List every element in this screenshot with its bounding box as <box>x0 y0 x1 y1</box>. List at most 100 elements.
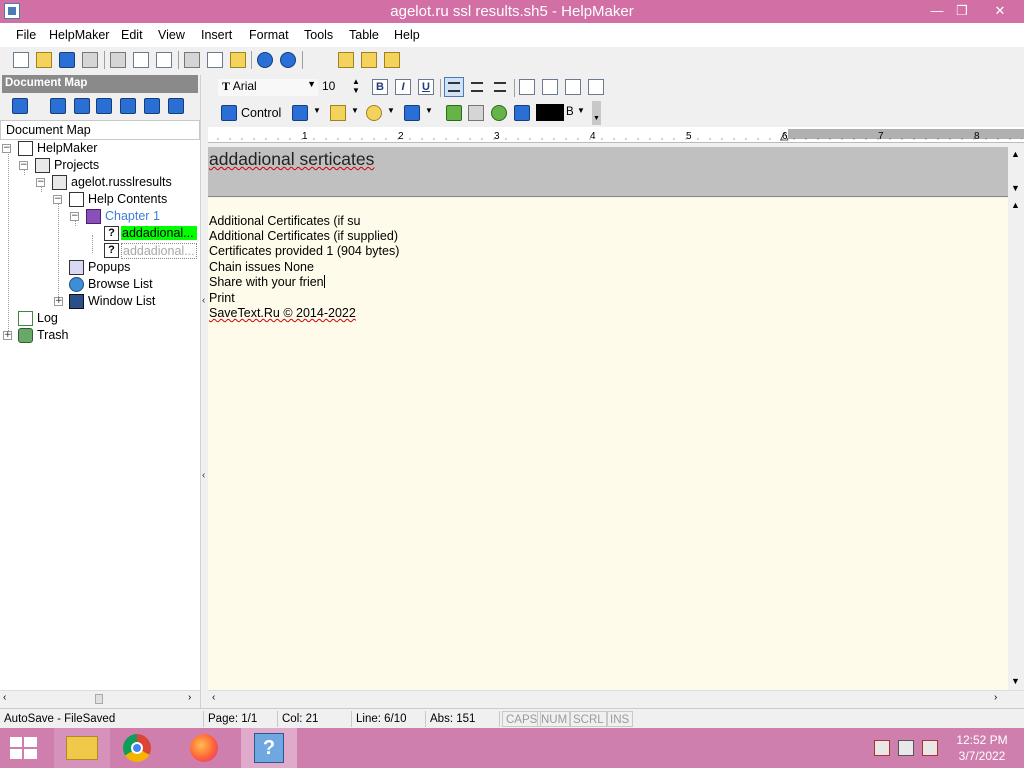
chain-link-icon[interactable] <box>468 105 484 121</box>
right-indent-marker-icon[interactable]: △ <box>780 129 788 142</box>
move-down-icon[interactable] <box>144 98 160 114</box>
chevron-down-icon[interactable]: ▼ <box>577 106 585 115</box>
insert-image-icon[interactable] <box>292 105 308 121</box>
volume-muted-icon[interactable] <box>922 740 938 756</box>
scroll-up-icon[interactable]: ▲ <box>1011 149 1020 159</box>
panel-splitter[interactable]: ‹ ‹ <box>200 75 208 708</box>
menu-help[interactable]: Help <box>394 28 420 42</box>
topic-title-area[interactable]: addadional serticates <box>208 147 1016 197</box>
web-link-icon[interactable] <box>491 105 507 121</box>
insert-window-icon[interactable] <box>514 105 530 121</box>
editor-body[interactable]: Additional Certificates (if su Additiona… <box>208 198 1016 690</box>
folder-icon[interactable] <box>338 52 354 68</box>
menu-edit[interactable]: Edit <box>121 28 143 42</box>
underline-button[interactable]: U <box>418 79 434 95</box>
font-style-icon[interactable] <box>404 105 420 121</box>
flag-icon[interactable] <box>874 740 890 756</box>
chevron-down-icon[interactable]: ▼ <box>351 106 359 115</box>
editor-vertical-scrollbar[interactable]: ▲ ▼ <box>1008 198 1024 690</box>
redo-icon[interactable] <box>280 52 296 68</box>
editor-horizontal-scrollbar[interactable]: ‹ › <box>208 690 1024 707</box>
scroll-right-icon[interactable]: › <box>188 692 191 703</box>
collapse-toggle[interactable]: − <box>53 195 62 204</box>
text-color-swatch[interactable] <box>536 104 564 121</box>
menu-table[interactable]: Table <box>349 28 379 42</box>
print-preview-icon[interactable] <box>133 52 149 68</box>
outdent-icon[interactable] <box>588 79 604 95</box>
restore-button[interactable]: ❐ <box>945 0 979 23</box>
move-left-icon[interactable] <box>96 98 112 114</box>
document-tree[interactable]: − HelpMaker − Projects − agelot.russlres… <box>0 140 200 690</box>
editor-line[interactable]: Share with your frien <box>209 275 325 289</box>
taskbar-explorer[interactable] <box>54 728 110 768</box>
insert-note-icon[interactable] <box>330 105 346 121</box>
menu-insert[interactable]: Insert <box>201 28 232 42</box>
menu-view[interactable]: View <box>158 28 185 42</box>
editor-line[interactable]: SaveText.Ru © 2014-2022 <box>209 306 356 320</box>
menu-tools[interactable]: Tools <box>304 28 333 42</box>
taskbar-helpmaker[interactable]: ? <box>241 728 297 768</box>
align-left-button[interactable] <box>444 77 464 97</box>
close-button[interactable]: ✕ <box>983 0 1017 23</box>
taskbar-chrome[interactable] <box>111 728 167 768</box>
scroll-thumb[interactable] <box>95 694 103 704</box>
scroll-left-icon[interactable]: ‹ <box>3 692 6 703</box>
library-icon[interactable] <box>384 52 400 68</box>
spell-check-icon[interactable] <box>156 52 172 68</box>
cut-icon[interactable] <box>184 52 200 68</box>
menu-format[interactable]: Format <box>249 28 289 42</box>
collapse-toggle[interactable]: − <box>70 212 79 221</box>
move-right-icon[interactable] <box>168 98 184 114</box>
size-spinner-icon[interactable]: ▲ ▼ <box>352 77 360 95</box>
scroll-down-icon[interactable]: ▼ <box>1011 676 1020 686</box>
start-button[interactable] <box>0 728 56 768</box>
scroll-up-icon[interactable]: ▲ <box>1011 200 1020 210</box>
copy-icon[interactable] <box>207 52 223 68</box>
editor-line[interactable]: Additional Certificates (if supplied) <box>209 229 398 243</box>
expand-toggle[interactable]: + <box>3 331 12 340</box>
title-scrollbar[interactable]: ▲ ▼ <box>1008 147 1024 197</box>
expand-toggle[interactable]: + <box>54 297 63 306</box>
numbered-list-icon[interactable] <box>542 79 558 95</box>
undo-icon[interactable] <box>257 52 273 68</box>
editor-line[interactable]: Additional Certificates (if su <box>209 214 360 228</box>
font-select[interactable]: T Arial ▼ <box>218 79 318 96</box>
align-right-button[interactable] <box>492 79 508 95</box>
editor-line[interactable]: Print <box>209 291 235 305</box>
toolbar-overflow-icon[interactable]: ▼ <box>592 101 601 125</box>
bullet-list-icon[interactable] <box>519 79 535 95</box>
save-all-icon[interactable] <box>82 52 98 68</box>
font-size-select[interactable]: 10 ▲ ▼ <box>320 77 360 96</box>
chevron-down-icon[interactable]: ▼ <box>387 106 395 115</box>
scroll-left-icon[interactable]: ‹ <box>212 692 215 703</box>
move-up-icon[interactable] <box>120 98 136 114</box>
menu-file[interactable]: File <box>16 28 36 42</box>
add-topic-icon[interactable] <box>12 98 28 114</box>
help-icon[interactable] <box>361 52 377 68</box>
scroll-right-icon[interactable]: › <box>994 692 997 703</box>
smiley-icon[interactable] <box>366 105 382 121</box>
collapse-toggle[interactable]: − <box>36 178 45 187</box>
collapse-left-icon[interactable]: ‹ <box>202 470 205 481</box>
italic-button[interactable]: I <box>395 79 411 95</box>
network-icon[interactable] <box>898 740 914 756</box>
align-center-button[interactable] <box>469 79 485 95</box>
control-icon[interactable] <box>221 105 237 121</box>
control-button[interactable]: Control <box>241 106 281 120</box>
indent-icon[interactable] <box>565 79 581 95</box>
open-icon[interactable] <box>36 52 52 68</box>
topic-list-icon[interactable] <box>74 98 90 114</box>
chevron-down-icon[interactable]: ▼ <box>425 106 433 115</box>
topic-title[interactable]: addadional serticates <box>209 149 374 170</box>
insert-link-icon[interactable] <box>446 105 462 121</box>
editor-line[interactable]: Certificates provided 1 (904 bytes) <box>209 244 399 258</box>
scroll-down-icon[interactable]: ▼ <box>1011 183 1020 193</box>
bold-button[interactable]: B <box>372 79 388 95</box>
collapse-left-icon[interactable]: ‹ <box>202 295 205 306</box>
tree-horizontal-scrollbar[interactable]: ‹ › <box>0 690 200 707</box>
collapse-toggle[interactable]: − <box>19 161 28 170</box>
ruler[interactable]: 1 2 3 4 5 6 7 8 △ <box>208 127 1024 143</box>
clock[interactable]: 12:52 PM 3/7/2022 <box>944 732 1020 764</box>
menu-helpmaker[interactable]: HelpMaker <box>49 28 109 42</box>
edit-topic-icon[interactable] <box>50 98 66 114</box>
